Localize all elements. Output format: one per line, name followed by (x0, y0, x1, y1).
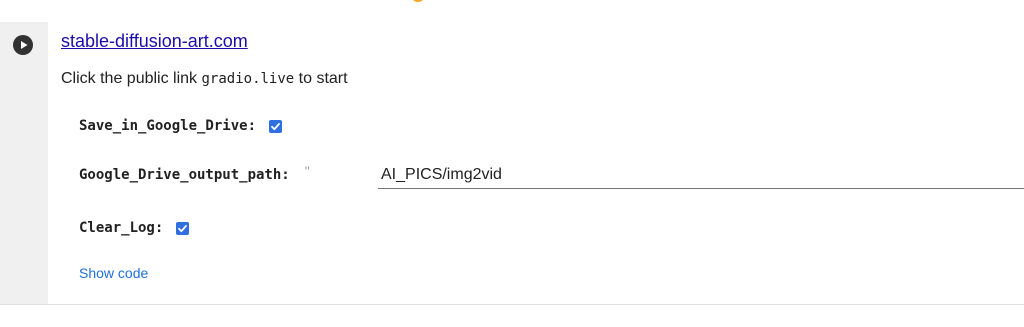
checkmark-icon (271, 122, 280, 130)
save-in-drive-checkbox[interactable] (269, 119, 283, 133)
form-row-output-path: Google_Drive_output_path: " AI_PICS/img2… (79, 163, 1024, 189)
cell-gutter (0, 22, 48, 304)
string-quote-mark: " (304, 163, 310, 179)
form-row-clear-log: Clear_Log: (79, 216, 190, 240)
intro-suffix: to start (294, 70, 348, 87)
code-cell: stable-diffusion-art.com Click the publi… (0, 22, 1024, 305)
clear-log-checkbox[interactable] (176, 221, 190, 235)
output-path-input[interactable]: AI_PICS/img2vid (378, 163, 1024, 189)
checkmark-icon (178, 224, 188, 232)
site-link[interactable]: stable-diffusion-art.com (61, 31, 248, 52)
run-cell-button[interactable] (13, 35, 33, 55)
output-path-label: Google_Drive_output_path: (79, 167, 290, 183)
loading-ring-icon (411, 0, 425, 2)
cell-content: stable-diffusion-art.com Click the publi… (48, 22, 1024, 304)
save-in-drive-label: Save_in_Google_Drive: (79, 118, 257, 134)
intro-code: gradio.live (201, 71, 295, 87)
show-code-link[interactable]: Show code (79, 265, 148, 281)
intro-prefix: Click the public link (61, 70, 202, 87)
notebook-page: stable-diffusion-art.com Click the publi… (0, 0, 1024, 327)
intro-text: Click the public link gradio.live to sta… (61, 70, 348, 88)
clear-log-label: Clear_Log: (79, 220, 164, 236)
form-row-save-in-drive: Save_in_Google_Drive: (79, 114, 283, 138)
play-icon (21, 41, 28, 49)
